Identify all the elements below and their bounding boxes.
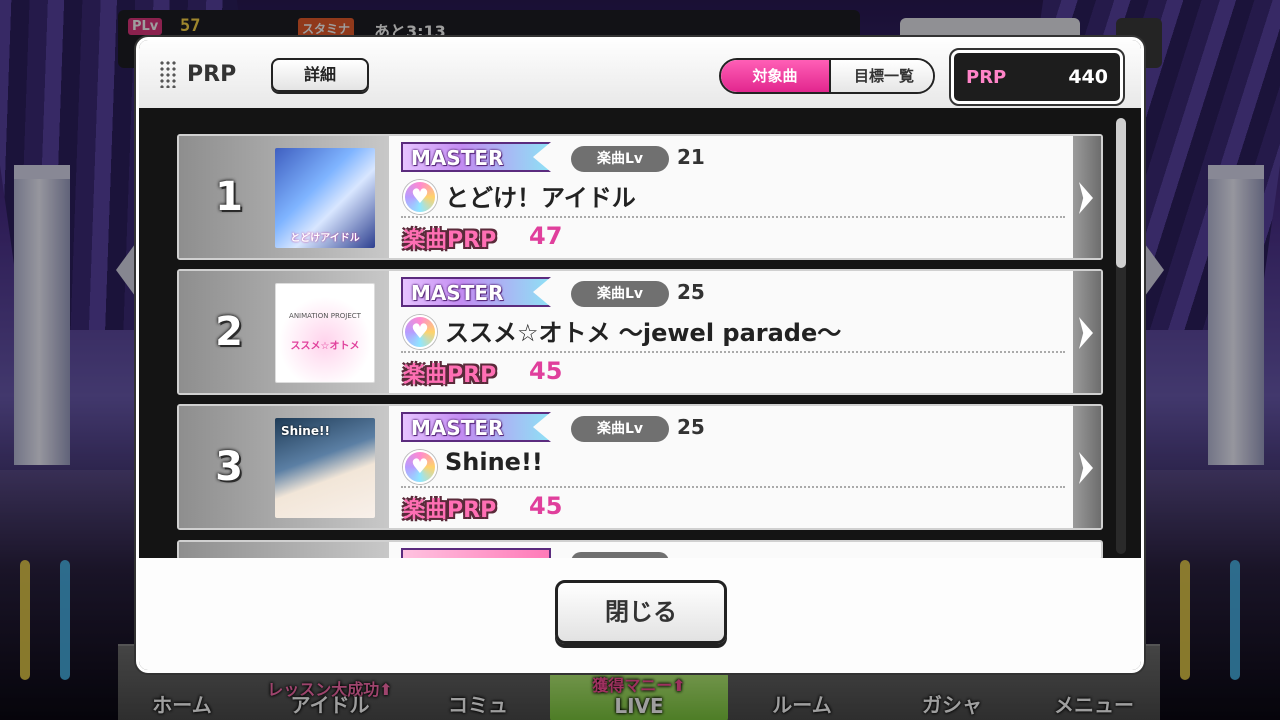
chevron-right-icon[interactable] xyxy=(1073,271,1101,393)
divider xyxy=(401,351,1065,353)
song-title: ススメ☆オトメ ～jewel parade～ xyxy=(445,319,842,347)
song-row[interactable]: 1 とどけアイドル MASTER 楽曲Lv 21 とどけ！アイドル 楽曲PRP … xyxy=(177,134,1103,260)
song-prp-value: 45 xyxy=(529,492,563,520)
detail-button[interactable]: 詳細 xyxy=(271,58,369,92)
grip-icon xyxy=(159,60,177,88)
prp-total-box: PRP 440 xyxy=(949,48,1125,106)
tab-switcher: 対象曲 目標一覧 xyxy=(719,58,935,94)
jacket-title: Shine!! xyxy=(281,424,330,438)
prp-total-label: PRP xyxy=(966,67,1007,88)
song-prp-value: 45 xyxy=(529,357,563,385)
rank-number: 3 xyxy=(215,444,243,490)
divider xyxy=(401,486,1065,488)
difficulty-badge: MASTER xyxy=(401,142,551,172)
rank-cell xyxy=(179,542,389,558)
dialog-header: PRP 詳細 対象曲 目標一覧 PRP 440 xyxy=(139,40,1141,108)
dialog-footer: 閉じる xyxy=(139,558,1141,670)
scrollbar[interactable] xyxy=(1116,118,1126,554)
rank-cell: 3 Shine!! xyxy=(179,406,389,528)
all-type-icon xyxy=(403,450,437,484)
rank-number: 1 xyxy=(215,174,243,220)
song-prp-label: 楽曲PRP xyxy=(403,363,497,388)
prp-dialog: PRP 詳細 対象曲 目標一覧 PRP 440 1 とどけアイドル MASTER xyxy=(136,37,1144,673)
jacket-subtitle: ANIMATION PROJECT xyxy=(289,312,361,320)
song-prp-label: 楽曲PRP xyxy=(403,498,497,523)
level-value: 25 xyxy=(677,280,705,304)
rank-number: 2 xyxy=(215,309,243,355)
tab-target-songs[interactable]: 対象曲 xyxy=(721,60,829,92)
song-row[interactable]: 2 ANIMATION PROJECT ススメ☆オトメ MASTER 楽曲Lv … xyxy=(177,269,1103,395)
difficulty-badge xyxy=(401,548,551,558)
difficulty-badge: MASTER xyxy=(401,412,551,442)
tab-goal-list[interactable]: 目標一覧 xyxy=(829,60,933,92)
song-jacket: とどけアイドル xyxy=(275,148,375,248)
song-jacket: ANIMATION PROJECT ススメ☆オトメ xyxy=(275,283,375,383)
level-value: 25 xyxy=(677,415,705,439)
song-info: MASTER 楽曲Lv 25 ススメ☆オトメ ～jewel parade～ 楽曲… xyxy=(401,277,1065,389)
jacket-title: ススメ☆オトメ xyxy=(290,341,360,352)
song-title: Shine!! xyxy=(445,448,543,476)
song-info: MASTER 楽曲Lv 21 とどけ！アイドル 楽曲PRP 47 xyxy=(401,142,1065,254)
divider xyxy=(401,216,1065,218)
dialog-title: PRP xyxy=(187,62,237,87)
song-title: とどけ！アイドル xyxy=(445,184,636,212)
level-label: 楽曲Lv xyxy=(571,146,669,172)
level-label: 楽曲Lv xyxy=(571,416,669,442)
song-row[interactable]: 3 Shine!! MASTER 楽曲Lv 25 Shine!! 楽曲PRP 4… xyxy=(177,404,1103,530)
song-prp-value: 47 xyxy=(529,222,563,250)
song-jacket: Shine!! xyxy=(275,418,375,518)
prp-total-value: 440 xyxy=(1068,66,1108,88)
chevron-right-icon[interactable] xyxy=(1073,406,1101,528)
rank-cell: 2 ANIMATION PROJECT ススメ☆オトメ xyxy=(179,271,389,393)
song-row[interactable] xyxy=(177,540,1103,558)
chevron-right-icon[interactable] xyxy=(1073,136,1101,258)
difficulty-badge: MASTER xyxy=(401,277,551,307)
scroll-thumb[interactable] xyxy=(1116,118,1126,268)
song-list[interactable]: 1 とどけアイドル MASTER 楽曲Lv 21 とどけ！アイドル 楽曲PRP … xyxy=(139,108,1141,558)
level-label: 楽曲Lv xyxy=(571,281,669,307)
all-type-icon xyxy=(403,315,437,349)
song-info: MASTER 楽曲Lv 25 Shine!! 楽曲PRP 45 xyxy=(401,412,1065,524)
jacket-title: とどけアイドル xyxy=(290,233,360,244)
all-type-icon xyxy=(403,180,437,214)
close-button[interactable]: 閉じる xyxy=(555,580,727,644)
level-value: 21 xyxy=(677,145,705,169)
song-prp-label: 楽曲PRP xyxy=(403,228,497,253)
rank-cell: 1 とどけアイドル xyxy=(179,136,389,258)
